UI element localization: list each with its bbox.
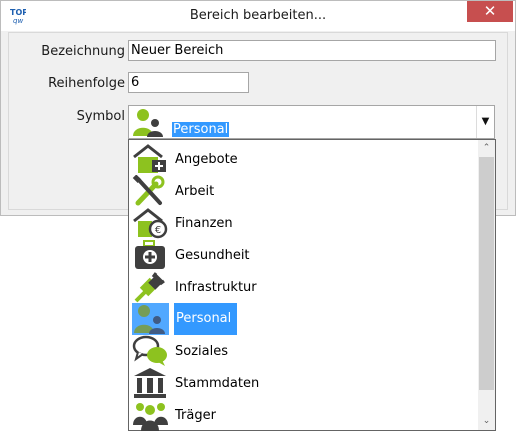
list-item-label: Angebote [175,152,238,167]
chevron-up-icon: ⌃ [482,143,491,153]
wrench-icon [132,174,169,207]
symbol-label: Symbol [76,109,125,124]
list-item-finanzen[interactable]: € Finanzen [131,207,481,239]
personal-icon [132,303,169,335]
institution-icon [132,367,169,399]
list-item-label: Personal [174,303,238,335]
close-button[interactable]: ✕ [467,1,513,22]
chevron-down-icon: ▼ [481,116,490,127]
list-item-label: Infrastruktur [175,280,257,295]
scroll-down-button[interactable]: ⌄ [478,413,495,430]
list-item-traeger[interactable]: Träger [131,399,481,431]
list-item-arbeit[interactable]: Arbeit [131,174,481,207]
window-title: Bereich bearbeiten... [189,8,327,23]
close-icon: ✕ [483,2,497,20]
symbol-dropdown-list: Angebote Arbeit € Finanzen Gesundheit In… [128,139,496,431]
list-item-angebote[interactable]: Angebote [131,143,481,175]
people-group-icon [132,399,169,431]
list-item-personal[interactable]: Personal [131,303,481,335]
speech-bubbles-icon [132,335,169,367]
list-item-label: Soziales [175,344,228,359]
list-item-infrastruktur[interactable]: Infrastruktur [131,271,481,303]
order-input[interactable]: 6 [128,72,249,93]
list-item-stammdaten[interactable]: Stammdaten [131,367,481,399]
svg-text:€: € [155,225,161,236]
order-label: Reihenfolge [48,76,125,91]
list-item-label: Gesundheit [175,248,250,263]
combo-selected-value: Personal [172,122,230,137]
symbol-combobox[interactable]: Personal ▼ [128,105,495,139]
name-label: Bezeichnung [41,44,125,59]
list-item-label: Träger [175,408,216,423]
personal-icon [133,109,163,137]
list-item-label: Stammdaten [175,376,260,391]
list-item-label: Arbeit [175,184,215,199]
plug-icon [132,271,169,303]
scroll-up-button[interactable]: ⌃ [478,140,495,157]
dropdown-scrollbar[interactable]: ⌃ ⌄ [478,140,495,430]
list-item-gesundheit[interactable]: Gesundheit [131,239,481,271]
chevron-down-icon: ⌄ [482,416,491,426]
first-aid-kit-icon [132,239,169,271]
house-plus-icon [132,143,169,175]
list-item-label: Finanzen [175,216,233,231]
name-input[interactable]: Neuer Bereich [128,40,496,61]
title-bar: TOP qw Bereich bearbeiten... ✕ [1,1,515,31]
list-item-soziales[interactable]: Soziales [131,335,481,367]
house-euro-icon: € [132,207,169,239]
scrollbar-thumb[interactable] [479,157,494,390]
dropdown-arrow-button[interactable]: ▼ [476,106,494,138]
